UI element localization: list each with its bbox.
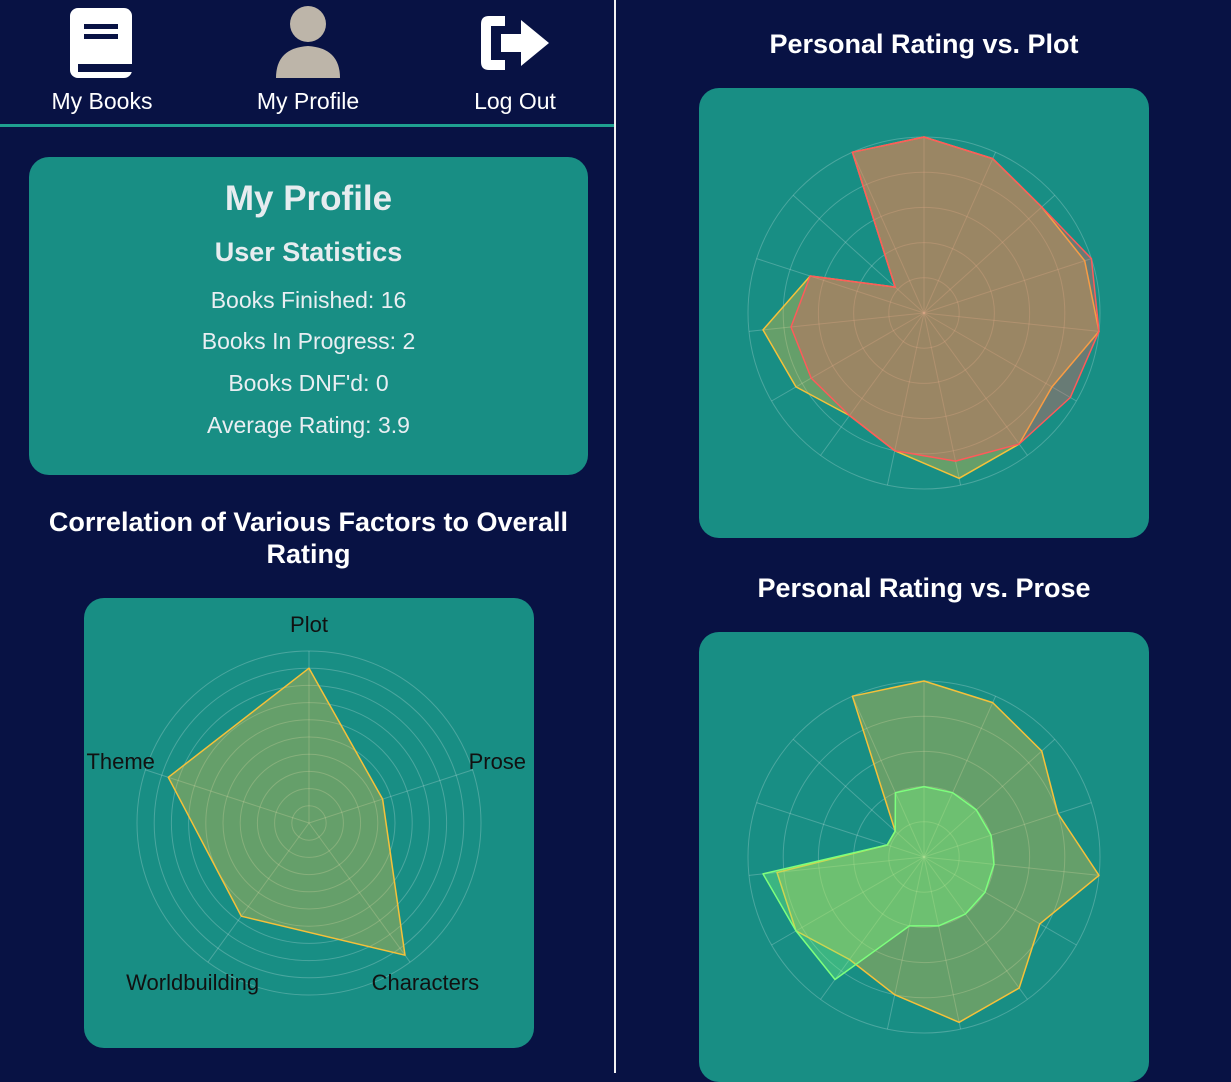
stat-books-dnf: Books DNF'd: 0 <box>29 370 588 397</box>
axis-label: Characters <box>372 970 480 995</box>
stat-average-rating: Average Rating: 3.9 <box>29 412 588 439</box>
stat-label: Average Rating: <box>207 412 372 438</box>
stat-value: 3.9 <box>377 412 410 438</box>
stat-books-finished: Books Finished: 16 <box>29 287 588 314</box>
profile-title: My Profile <box>224 179 393 218</box>
top-nav: My Books My Profile Log Out <box>0 0 614 127</box>
nav-my-books[interactable]: My Books <box>12 0 192 124</box>
profile-card: My Profile User Statistics Books Finishe… <box>29 157 588 475</box>
book-icon <box>70 8 132 78</box>
series-area-1 <box>790 136 1100 462</box>
radar-chart-correlation: Plot Prose Characters Worldbuilding Theme <box>86 612 526 996</box>
stat-value: 16 <box>380 287 407 313</box>
axis-label: Prose <box>469 749 526 774</box>
radar-chart-plot <box>747 136 1101 490</box>
chart-title-plot: Personal Rating vs. Plot <box>769 29 1079 59</box>
stat-label: Books DNF'd: <box>228 370 370 396</box>
chart-title-correlation: Correlation of Various Factors to Overal… <box>48 507 569 569</box>
nav-log-out[interactable]: Log Out <box>425 0 605 124</box>
axis-label: Theme <box>86 749 154 774</box>
nav-my-books-label: My Books <box>51 88 153 114</box>
user-icon <box>276 6 340 78</box>
nav-my-profile-label: My Profile <box>256 88 360 114</box>
chart-card-correlation: Plot Prose Characters Worldbuilding Theme <box>84 598 534 1048</box>
logout-icon <box>481 16 549 70</box>
stat-label: Books In Progress: <box>201 328 397 354</box>
chart-card-prose <box>699 632 1149 1082</box>
axis-label: Worldbuilding <box>126 970 259 995</box>
nav-log-out-label: Log Out <box>474 88 556 114</box>
vertical-divider <box>614 0 616 1073</box>
chart-title-prose: Personal Rating vs. Prose <box>757 573 1091 603</box>
axis-label: Plot <box>290 612 328 637</box>
stat-label: Books Finished: <box>210 287 375 313</box>
radar-chart-prose <box>747 680 1101 1034</box>
stat-books-in-progress: Books In Progress: 2 <box>29 328 588 355</box>
stat-value: 0 <box>375 370 389 396</box>
stat-value: 2 <box>402 328 416 354</box>
chart-card-plot <box>699 88 1149 538</box>
nav-my-profile[interactable]: My Profile <box>218 0 398 124</box>
stats-title: User Statistics <box>214 237 403 267</box>
